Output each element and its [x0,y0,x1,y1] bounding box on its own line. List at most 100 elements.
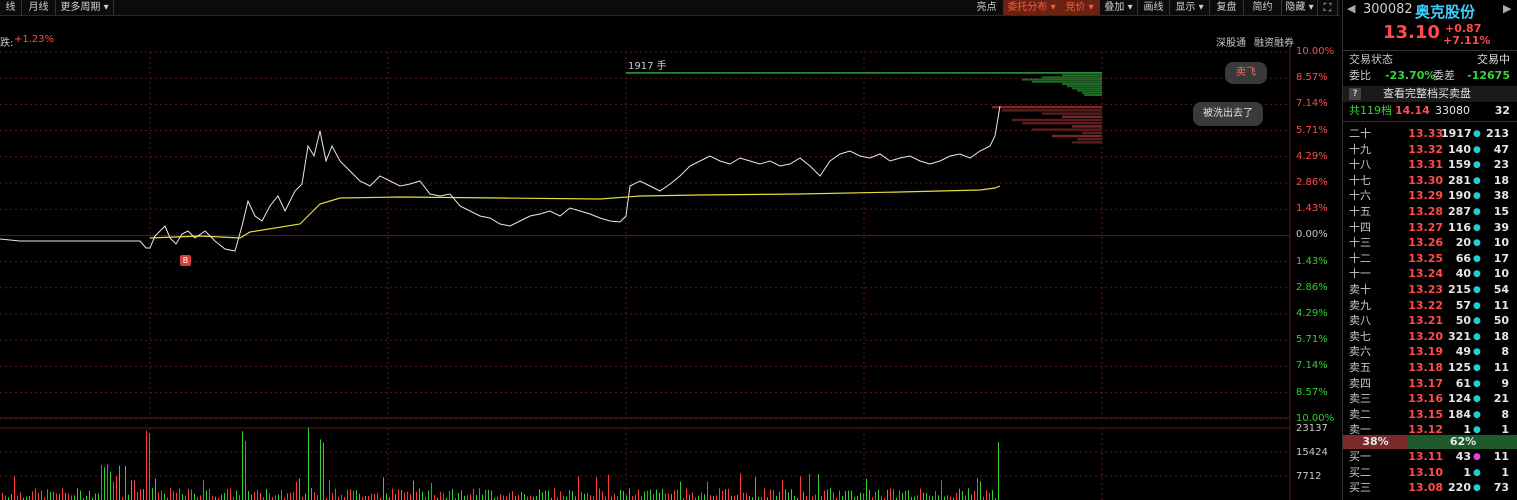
ask-label: 十八 [1349,158,1371,172]
ask-cnt: 50 [1493,314,1509,328]
washed-out-tag[interactable]: 被洗出去了 [1193,102,1263,126]
ask-row[interactable]: 卖七 13.20 321 ● 18 [1343,329,1517,345]
next-stock-icon[interactable]: ▶ [1503,2,1511,15]
ask-label: 卖九 [1349,298,1371,312]
ask-cnt: 17 [1493,251,1509,265]
axis-label: 7.14% [1296,98,1328,110]
ask-label: 十一 [1349,267,1371,281]
volume-bars [2,427,999,500]
ask-label: 二十 [1349,127,1371,140]
trade-status-label: 交易状态 [1349,53,1393,66]
ask-row[interactable]: 卖三 13.16 124 ● 21 [1343,391,1517,407]
ask-row[interactable]: 十六 13.29 190 ● 38 [1343,188,1517,204]
bid-diff-value: -12675 [1467,69,1510,82]
ask-row[interactable]: 卖六 13.19 49 ● 8 [1343,344,1517,360]
ask-dot: ● [1473,207,1481,217]
axis-label: 2.86% [1296,177,1328,188]
overlay-button[interactable]: 叠加 ▾ [1100,0,1138,15]
ask-cnt: 8 [1501,407,1509,421]
draw-line-button[interactable]: 画线 [1138,0,1170,15]
bid-row[interactable]: 买二 13.10 1 ● 1 [1343,465,1517,481]
replay-button[interactable]: 复盘 [1210,0,1244,15]
intraday-chart [0,46,1291,500]
ask-vol: 125 [1448,361,1471,374]
ask-row[interactable]: 十四 13.27 116 ● 39 [1343,220,1517,236]
ask-row[interactable]: 二十 13.33 1917 ● 213 [1343,126,1517,142]
ask-row[interactable]: 卖十 13.23 215 ● 54 [1343,282,1517,298]
simple-button[interactable]: 简约 [1244,0,1282,15]
bid-label: 买二 [1349,465,1371,479]
axis-label: 8.57% [1296,72,1328,84]
full-book-link[interactable]: 查看完整档买卖盘 [1383,86,1471,102]
bid-cnt: 73 [1493,481,1509,495]
bid-vol: 1 [1463,465,1471,479]
ask-row[interactable]: 十五 13.28 287 ● 15 [1343,204,1517,220]
bid-label: 买一 [1349,450,1371,463]
auction-button[interactable]: 竞价 ▾ [1060,0,1100,15]
axis-label: 2.86% [1296,281,1328,293]
ask-label: 卖八 [1349,314,1371,328]
bid-price: 13.10 [1408,465,1443,479]
ask-cnt: 18 [1493,329,1509,343]
sell-ratio-bar: 38% [1343,435,1408,449]
ask-row[interactable]: 十二 13.25 66 ● 17 [1343,251,1517,267]
ask-row[interactable]: 卖九 13.22 57 ● 11 [1343,298,1517,314]
buy-ratio-bar: 62% [1408,435,1517,449]
ask-vol: 184 [1448,407,1471,421]
ask-cnt: 213 [1486,127,1509,140]
ask-row[interactable]: 十九 13.32 140 ● 47 [1343,142,1517,158]
help-icon[interactable]: ? [1349,88,1361,100]
ask-price: 13.33 [1408,127,1443,140]
ask-vol: 40 [1455,267,1471,281]
axis-label: 4.29% [1296,308,1328,319]
axis-label: 5.71% [1296,334,1328,346]
display-button[interactable]: 显示 ▾ [1170,0,1210,15]
hide-button[interactable]: 隐藏 ▾ [1282,0,1318,15]
ask-row[interactable]: 卖二 13.15 184 ● 8 [1343,407,1517,423]
ask-price: 13.17 [1408,376,1443,390]
ask-dot: ● [1473,409,1481,420]
ask-price: 13.27 [1408,220,1443,234]
ask-row[interactable]: 卖八 13.21 50 ● 50 [1343,313,1517,329]
axis-label: 1.43% [1296,203,1328,215]
bid-row[interactable]: 买三 13.08 220 ● 73 [1343,480,1517,496]
ask-row[interactable]: 十七 13.30 281 ● 18 [1343,173,1517,189]
ask-row[interactable]: 卖四 13.17 61 ● 9 [1343,376,1517,392]
order-distribution-button[interactable]: 委托分布 ▾ [1004,0,1060,15]
bid-price: 13.11 [1408,450,1443,463]
more-periods-dropdown[interactable]: 更多周期 ▾ [56,0,114,15]
order-volume-label: 1917 手 [628,61,667,72]
ask-row[interactable]: 十三 13.26 20 ● 10 [1343,235,1517,251]
ask-cnt: 39 [1493,220,1509,234]
ask-row[interactable]: 卖五 13.18 125 ● 11 [1343,360,1517,376]
ask-row[interactable]: 十一 13.24 40 ● 10 [1343,266,1517,282]
ask-price: 13.23 [1408,283,1443,296]
quote-panel: ◀ 300082 奥克股份 ▶ 13.10 +0.87 +7.11% 交易状态 … [1342,0,1517,500]
ask-vol: 61 [1455,376,1471,390]
ask-row[interactable]: 十八 13.31 159 ● 23 [1343,157,1517,173]
ask-price: 13.26 [1408,236,1443,250]
axis-label: 0.00% [1296,229,1328,241]
vol-axis-top: 23137 [1296,423,1328,434]
fullscreen-icon[interactable]: ⛶ [1318,0,1338,15]
ask-vol: 159 [1448,158,1471,172]
stock-name: 奥克股份 [1415,3,1476,21]
buy-marker[interactable]: B [180,255,191,266]
bid-row[interactable]: 买一 13.11 43 ● 11 [1343,449,1517,465]
period-month-button[interactable]: 月线 [22,0,56,15]
axis-label: 4.29% [1296,150,1328,162]
highlight-button[interactable]: 亮点 [970,0,1004,15]
prev-stock-icon[interactable]: ◀ [1347,2,1355,15]
ask-price: 13.20 [1408,329,1443,343]
ask-price: 13.19 [1408,345,1443,359]
ask-dot: ● [1473,378,1481,389]
ask-cnt: 54 [1493,283,1509,296]
ask-dot: ● [1473,394,1481,405]
ask-price: 13.29 [1408,189,1443,203]
bid-vol: 220 [1448,481,1471,495]
sell-fly-tag[interactable]: 卖飞 [1225,62,1267,84]
ask-label: 十三 [1349,236,1371,250]
ask-label: 十二 [1349,251,1371,265]
period-line-button[interactable]: 线 [0,0,22,15]
total-levels-label: 共119档 [1349,104,1392,117]
